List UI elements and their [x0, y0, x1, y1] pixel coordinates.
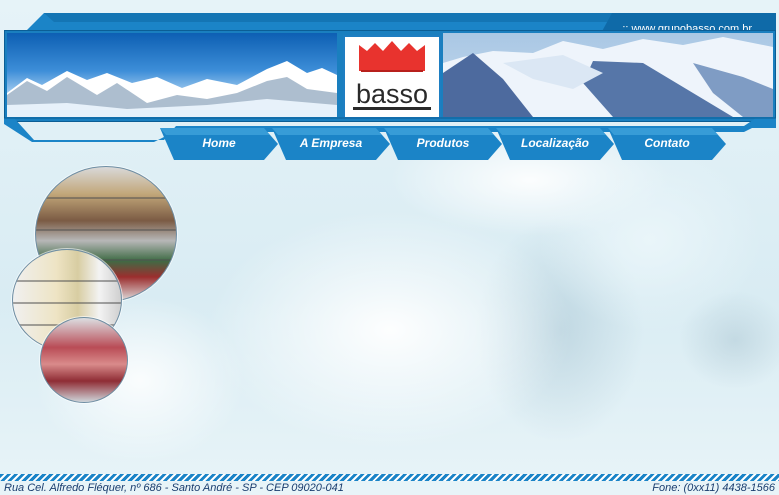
nav-contato-label: Contato: [644, 136, 690, 150]
nav-localizacao[interactable]: Localização: [496, 128, 614, 160]
nav-produtos-label: Produtos: [416, 136, 470, 150]
mountain-image-left: [7, 33, 337, 117]
product-photo-meat-counter: [40, 317, 128, 403]
shelf-line: [36, 229, 176, 231]
footer-stripe: [0, 474, 779, 481]
nav-home[interactable]: Home: [160, 128, 278, 160]
basso-logo[interactable]: basso: [343, 35, 441, 119]
header-banner: basso: [4, 30, 776, 122]
nav-localizacao-label: Localização: [520, 136, 590, 150]
shelf-line: [13, 302, 121, 304]
nav-a-empresa-label: A Empresa: [299, 136, 363, 150]
footer-phone: Fone: (0xx11) 4438-1566: [652, 482, 775, 494]
mountain-image-right: [443, 33, 773, 117]
logo-text: basso: [355, 79, 429, 109]
shelf-line: [13, 280, 121, 282]
main-nav: Home A Empresa Produtos Localização Cont…: [160, 128, 744, 160]
nav-produtos[interactable]: Produtos: [384, 128, 502, 160]
nav-home-label: Home: [202, 136, 236, 150]
logo-underline: [353, 107, 431, 110]
footer-address: Rua Cel. Alfredo Fléquer, nº 686 - Santo…: [4, 482, 344, 494]
shelf-line: [36, 197, 176, 199]
nav-contato[interactable]: Contato: [608, 128, 726, 160]
nav-a-empresa[interactable]: A Empresa: [272, 128, 390, 160]
